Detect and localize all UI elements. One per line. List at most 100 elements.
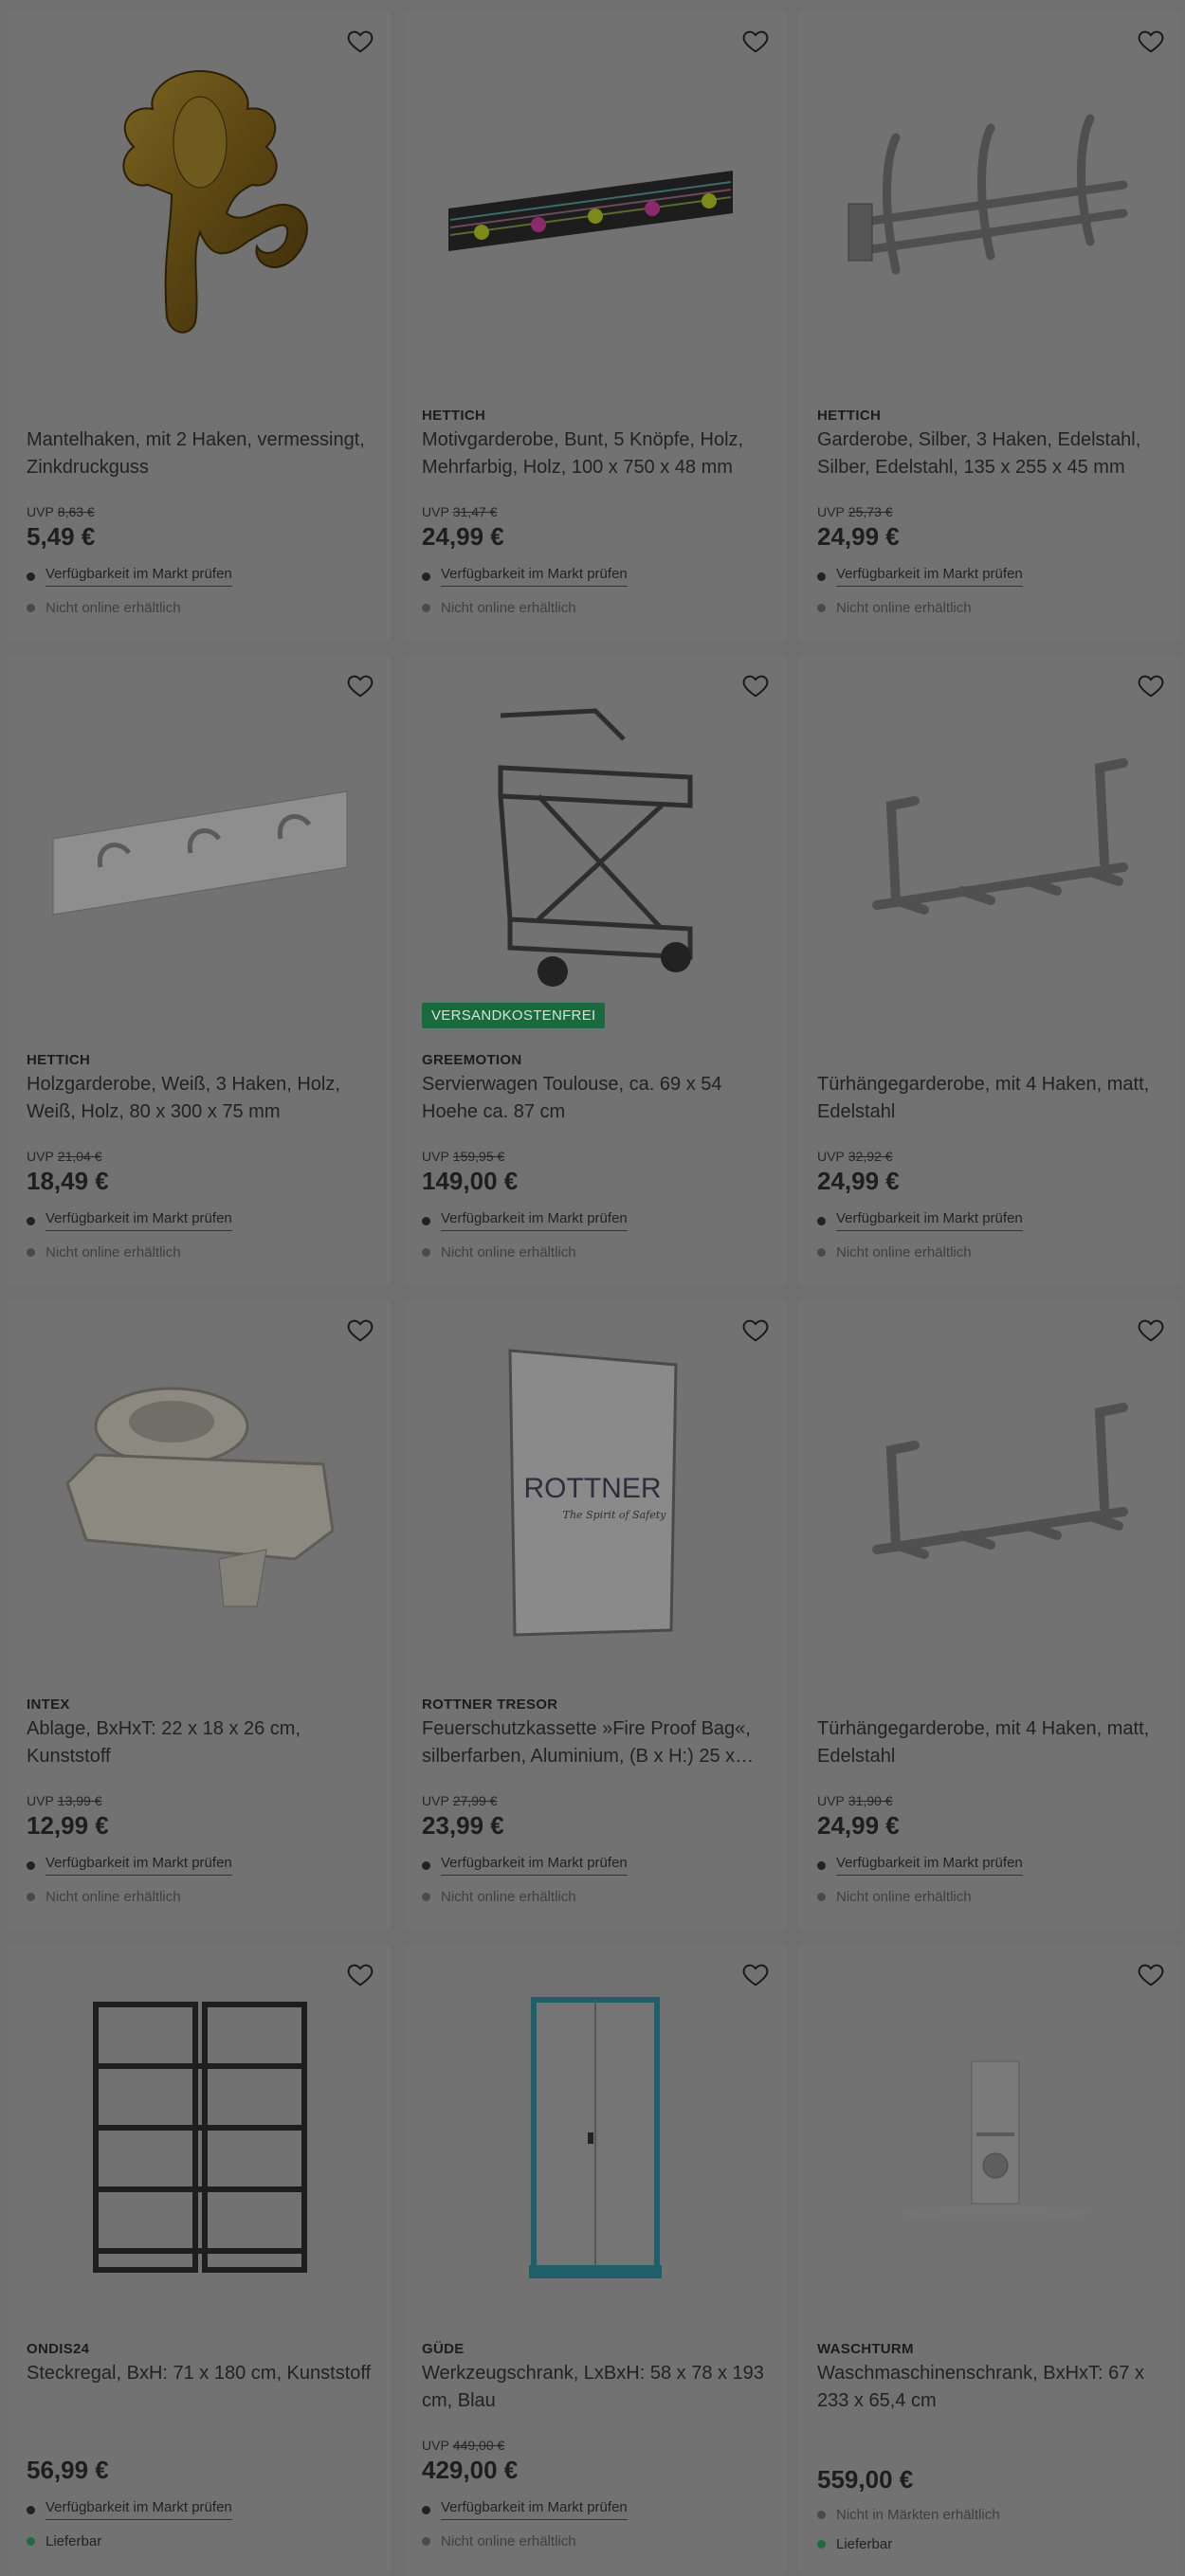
uvp-price: UVP 13,99 € <box>27 1793 102 1808</box>
shipping-badge: VERSANDKOSTENFREI <box>422 1003 606 1028</box>
door-hanger-rack-image <box>871 1403 1128 1559</box>
check-availability-link[interactable]: Verfügbarkeit im Markt prüfen <box>441 2499 628 2520</box>
check-availability-link[interactable]: Verfügbarkeit im Markt prüfen <box>46 2499 232 2520</box>
product-title[interactable]: Ablage, BxHxT: 22 x 18 x 26 cm, Kunststo… <box>27 1715 373 1770</box>
product-title[interactable]: Feuerschutzkassette »Fire Proof Bag«, si… <box>422 1715 768 1770</box>
product-image[interactable] <box>403 28 787 379</box>
online-status: Nicht online erhältlich <box>422 1889 768 1905</box>
product-image[interactable] <box>403 1962 787 2313</box>
availability-dot-icon <box>422 1860 430 1870</box>
in-stock-dot-icon <box>817 2540 826 2549</box>
product-title[interactable]: Garderobe, Silber, 3 Haken, Edelstahl, S… <box>817 426 1163 481</box>
product-info: HETTICH Holzgarderobe, Weiß, 3 Haken, Ho… <box>27 1033 373 1261</box>
product-title[interactable]: Steckregal, BxH: 71 x 180 cm, Kunststoff <box>27 2360 373 2415</box>
store-status: Nicht in Märkten erhältlich <box>817 2507 1163 2523</box>
product-image[interactable] <box>798 1962 1182 2313</box>
check-availability-link[interactable]: Verfügbarkeit im Markt prüfen <box>46 566 232 587</box>
availability-dot-icon <box>27 571 35 581</box>
product-card[interactable]: INTEX Ablage, BxHxT: 22 x 18 x 26 cm, Ku… <box>8 1298 392 1932</box>
status-dot-icon <box>422 1248 430 1257</box>
online-status: Nicht online erhältlich <box>27 1244 373 1261</box>
check-availability-link[interactable]: Verfügbarkeit im Markt prüfen <box>46 1855 232 1876</box>
product-info: INTEX Ablage, BxHxT: 22 x 18 x 26 cm, Ku… <box>27 1678 373 1905</box>
product-title[interactable]: Holzgarderobe, Weiß, 3 Haken, Holz, Weiß… <box>27 1071 373 1126</box>
availability-row[interactable]: Verfügbarkeit im Markt prüfen <box>817 1210 1163 1231</box>
availability-row[interactable]: Verfügbarkeit im Markt prüfen <box>27 1855 373 1876</box>
availability-row[interactable]: Verfügbarkeit im Markt prüfen <box>422 566 768 587</box>
product-card[interactable]: Mantelhaken, mit 2 Haken, vermessingt, Z… <box>8 9 392 643</box>
uvp-price: UVP 27,99 € <box>422 1793 498 1808</box>
check-availability-link[interactable]: Verfügbarkeit im Markt prüfen <box>441 1855 628 1876</box>
check-availability-link[interactable]: Verfügbarkeit im Markt prüfen <box>441 566 628 587</box>
check-availability-link[interactable]: Verfügbarkeit im Markt prüfen <box>836 1855 1023 1876</box>
availability-row[interactable]: Verfügbarkeit im Markt prüfen <box>27 1210 373 1231</box>
product-brand: INTEX <box>27 1696 70 1713</box>
product-info: HETTICH Motivgarderobe, Bunt, 5 Knöpfe, … <box>422 389 768 616</box>
product-title[interactable]: Servierwagen Toulouse, ca. 69 x 54 Hoehe… <box>422 1071 768 1126</box>
product-title[interactable]: Waschmaschinenschrank, BxHxT: 67 x 233 x… <box>817 2360 1163 2415</box>
check-availability-link[interactable]: Verfügbarkeit im Markt prüfen <box>836 566 1023 587</box>
uvp-price: UVP 449,00 € <box>422 2438 505 2453</box>
product-price: 24,99 € <box>817 522 900 551</box>
product-price: 23,99 € <box>422 1811 504 1840</box>
availability-dot-icon <box>817 1216 826 1225</box>
free-shipping-tag: VERSANDKOSTENFREI <box>422 1003 606 1028</box>
availability-row[interactable]: Verfügbarkeit im Markt prüfen <box>817 1855 1163 1876</box>
product-card[interactable]: Türhängegarderobe, mit 4 Haken, matt, Ed… <box>798 654 1182 1287</box>
online-status: Nicht online erhältlich <box>817 1889 1163 1905</box>
availability-row[interactable]: Verfügbarkeit im Markt prüfen <box>27 2499 373 2520</box>
product-info: ROTTNER TRESOR Feuerschutzkassette »Fire… <box>422 1678 768 1905</box>
product-image[interactable] <box>8 673 392 1024</box>
status-dot-icon <box>817 2511 826 2519</box>
product-title[interactable]: Werkzeugschrank, LxBxH: 58 x 78 x 193 cm… <box>422 2360 768 2415</box>
door-hanger-rack-image <box>871 758 1128 915</box>
product-card[interactable]: ROTTNER The Spirit of Safety ROTTNER TRE… <box>403 1298 787 1932</box>
product-info: GREEMOTION Servierwagen Toulouse, ca. 69… <box>422 1033 768 1261</box>
uvp-price: UVP 31,47 € <box>422 504 498 519</box>
product-price: 5,49 € <box>27 522 96 551</box>
product-title[interactable]: Türhängegarderobe, mit 4 Haken, matt, Ed… <box>817 1715 1163 1770</box>
delivery-status: Lieferbar <box>817 2536 1163 2552</box>
availability-row[interactable]: Verfügbarkeit im Markt prüfen <box>422 2499 768 2520</box>
serving-cart-image <box>498 708 692 987</box>
product-info: WASCHTURM Waschmaschinenschrank, BxHxT: … <box>817 2322 1163 2552</box>
product-card[interactable]: HETTICH Garderobe, Silber, 3 Haken, Edel… <box>798 9 1182 643</box>
product-card[interactable]: ONDIS24 Steckregal, BxH: 71 x 180 cm, Ku… <box>8 1943 392 2576</box>
check-availability-link[interactable]: Verfügbarkeit im Markt prüfen <box>441 1210 628 1231</box>
product-image[interactable] <box>798 673 1182 1024</box>
availability-row[interactable]: Verfügbarkeit im Markt prüfen <box>27 566 373 587</box>
status-dot-icon <box>817 604 826 612</box>
product-title[interactable]: Motivgarderobe, Bunt, 5 Knöpfe, Holz, Me… <box>422 426 768 481</box>
product-image[interactable] <box>798 28 1182 379</box>
check-availability-link[interactable]: Verfügbarkeit im Markt prüfen <box>836 1210 1023 1231</box>
product-price: 149,00 € <box>422 1167 519 1195</box>
product-info: HETTICH Garderobe, Silber, 3 Haken, Edel… <box>817 389 1163 616</box>
availability-row[interactable]: Verfügbarkeit im Markt prüfen <box>817 566 1163 587</box>
product-card[interactable]: Türhängegarderobe, mit 4 Haken, matt, Ed… <box>798 1298 1182 1932</box>
tool-cabinet-image <box>528 1997 662 2278</box>
product-image[interactable]: ROTTNER The Spirit of Safety <box>403 1317 787 1668</box>
product-image[interactable] <box>8 1317 392 1668</box>
product-image[interactable] <box>403 673 787 1024</box>
uvp-price <box>817 2438 1163 2463</box>
plastic-shelf-image <box>92 2002 307 2273</box>
uvp-price: UVP 32,92 € <box>817 1149 893 1164</box>
product-title[interactable]: Türhängegarderobe, mit 4 Haken, matt, Ed… <box>817 1071 1163 1126</box>
availability-dot-icon <box>27 1216 35 1225</box>
product-image[interactable] <box>8 28 392 379</box>
product-brand <box>27 408 373 425</box>
product-title[interactable]: Mantelhaken, mit 2 Haken, vermessingt, Z… <box>27 426 373 481</box>
uvp-price: UVP 25,73 € <box>817 504 893 519</box>
online-status: Nicht online erhältlich <box>422 2533 768 2549</box>
product-card[interactable]: HETTICH Motivgarderobe, Bunt, 5 Knöpfe, … <box>403 9 787 643</box>
availability-row[interactable]: Verfügbarkeit im Markt prüfen <box>422 1855 768 1876</box>
product-card[interactable]: GÜDE Werkzeugschrank, LxBxH: 58 x 78 x 1… <box>403 1943 787 2576</box>
product-card[interactable]: HETTICH Holzgarderobe, Weiß, 3 Haken, Ho… <box>8 654 392 1287</box>
product-card[interactable]: WASCHTURM Waschmaschinenschrank, BxHxT: … <box>798 1943 1182 2576</box>
check-availability-link[interactable]: Verfügbarkeit im Markt prüfen <box>46 1210 232 1231</box>
availability-row[interactable]: Verfügbarkeit im Markt prüfen <box>422 1210 768 1231</box>
product-image[interactable] <box>8 1962 392 2313</box>
product-image[interactable] <box>798 1317 1182 1668</box>
product-card[interactable]: GREEMOTION Servierwagen Toulouse, ca. 69… <box>403 654 787 1287</box>
online-status: Nicht online erhältlich <box>422 1244 768 1261</box>
